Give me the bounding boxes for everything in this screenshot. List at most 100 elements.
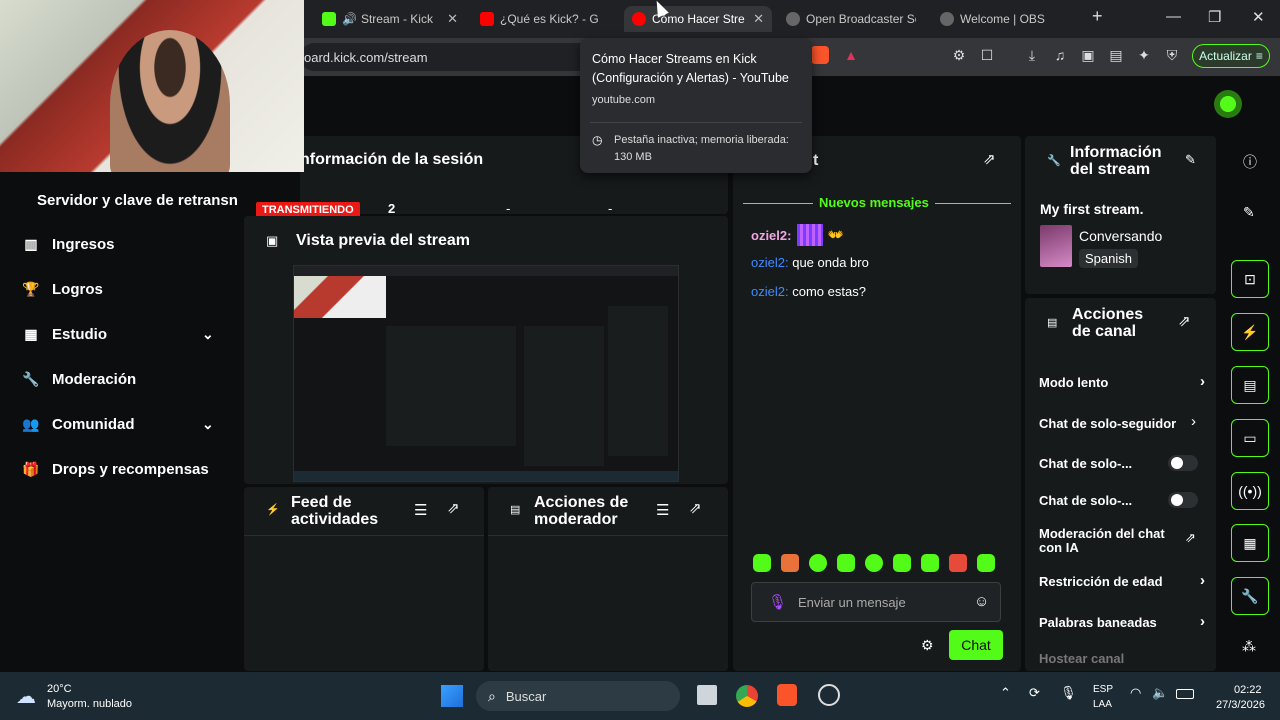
chevron-right-icon[interactable]: ›	[1187, 413, 1196, 430]
channel-action-ai-moderation[interactable]: Moderación del chat con IA	[1039, 527, 1179, 555]
gear-icon[interactable]: ⚙	[921, 637, 934, 654]
new-tab-button[interactable]: +	[1092, 6, 1103, 27]
language-indicator-sub[interactable]: LAA	[1093, 699, 1112, 719]
popout-icon[interactable]: ⇗	[1178, 312, 1191, 330]
stream-preview-video[interactable]	[293, 265, 679, 482]
windows-start-icon[interactable]	[441, 685, 463, 707]
category-name[interactable]: Conversando	[1079, 228, 1162, 244]
wallet-icon[interactable]: ▤	[1107, 46, 1125, 64]
chat-input[interactable]: 🎙 Enviar un mensaje ☺	[751, 582, 1001, 622]
leo-ai-icon[interactable]: ✦	[1135, 46, 1153, 64]
emote-icon[interactable]	[921, 554, 939, 572]
send-chat-button[interactable]: Chat	[949, 630, 1003, 660]
popout-icon[interactable]: ⇗	[447, 499, 460, 517]
close-icon[interactable]: ✕	[441, 11, 458, 27]
language-tag: Spanish	[1079, 249, 1138, 268]
microphone-icon[interactable]: 🎙	[768, 593, 787, 611]
minimize-button[interactable]: —	[1166, 8, 1181, 25]
close-window-button[interactable]: ✕	[1252, 8, 1265, 26]
chat-username[interactable]: oziel2	[751, 284, 785, 299]
update-button[interactable]: Actualizar ≡	[1192, 44, 1270, 68]
tab-kick-stream[interactable]: 🔊 Stream - Kick ✕	[314, 6, 466, 32]
sync-icon[interactable]: ⟳	[1029, 685, 1040, 705]
sidebar-item-comunidad[interactable]: 👥 Comunidad ⌄	[22, 410, 222, 438]
channel-actions-panel: ▤ Acciones de canal ⇗ Modo lento › Chat …	[1025, 298, 1216, 671]
emote-icon[interactable]	[753, 554, 771, 572]
rail-wrench-button[interactable]: 🔧	[1231, 577, 1269, 615]
tab-obs-open-broadcaster[interactable]: Open Broadcaster Sof	[778, 6, 924, 32]
chevron-up-icon[interactable]: ⌃	[1000, 685, 1011, 705]
popout-icon[interactable]: ⇗	[983, 150, 996, 168]
emote-icon[interactable]	[837, 554, 855, 572]
sidebar-item-moderacion[interactable]: 🔧 Moderación	[22, 365, 136, 393]
tab-como-hacer-streams[interactable]: Cómo Hacer Stre ✕	[624, 6, 772, 32]
info-icon[interactable]: ⓘ	[1243, 152, 1257, 172]
rail-bolt-button[interactable]: ⚡	[1231, 313, 1269, 351]
battery-icon[interactable]	[1176, 689, 1194, 699]
emote-icon[interactable]	[893, 554, 911, 572]
filter-icon[interactable]: ☰	[414, 501, 427, 519]
media-icon[interactable]: ♫	[1051, 46, 1069, 64]
speaker-icon: 🔊	[342, 12, 357, 26]
edit-pencil-icon[interactable]: ✎	[1243, 204, 1255, 221]
channel-action-banned-words[interactable]: Palabras baneadas ›	[1039, 613, 1209, 630]
stream-key-nav-item[interactable]: Servidor y clave de retransn	[37, 192, 242, 209]
obs-icon[interactable]	[818, 684, 840, 706]
clock-date[interactable]: 27/3/2026	[1216, 699, 1265, 719]
popout-icon[interactable]: ⇗	[689, 499, 702, 517]
emote-icon[interactable]	[949, 554, 967, 572]
title-line: Feed de	[291, 494, 352, 511]
chat-username[interactable]: oziel2	[751, 228, 787, 243]
sidebar-icon[interactable]: ▣	[1079, 46, 1097, 64]
taskbar-search[interactable]: ⌕ Buscar	[476, 681, 680, 711]
stat-subs: -	[608, 201, 613, 216]
filter-icon[interactable]: ☰	[656, 501, 669, 519]
volume-icon[interactable]: 🔈	[1152, 685, 1168, 705]
emote-icon[interactable]	[781, 554, 799, 572]
reader-icon[interactable]: ☐	[978, 46, 996, 64]
brave-icon[interactable]	[777, 684, 797, 706]
rail-broadcast-button[interactable]: ((•))	[1231, 472, 1269, 510]
menu-icon: ≡	[1255, 49, 1263, 63]
edit-pencil-icon[interactable]: ✎	[1185, 152, 1196, 168]
maximize-button[interactable]: ❐	[1208, 8, 1221, 26]
vpn-icon[interactable]: ⛨	[1163, 46, 1181, 64]
channel-action-slow-mode[interactable]: Modo lento ›	[1039, 373, 1209, 390]
weather-desc[interactable]: Mayorm. nublado	[47, 698, 132, 718]
user-avatar[interactable]	[1214, 90, 1242, 118]
chat-message: oziel2: como estas?	[751, 284, 866, 299]
wifi-icon[interactable]: ◠	[1130, 685, 1141, 705]
sidebar-item-logros[interactable]: 🏆 Logros	[22, 275, 103, 303]
tab-que-es-kick[interactable]: ¿Qué es Kick? - G	[472, 6, 618, 32]
chat-username[interactable]: oziel2	[751, 255, 785, 270]
sidebar-item-estudio[interactable]: ▦ Estudio ⌄	[22, 320, 222, 348]
brave-rewards-icon[interactable]: ▲	[842, 46, 860, 64]
file-explorer-icon[interactable]	[697, 685, 717, 705]
channel-action-host[interactable]: Hostear canal	[1039, 651, 1124, 666]
new-messages-label: Nuevos mensajes	[813, 195, 935, 210]
tab-welcome-obs[interactable]: Welcome | OBS	[932, 6, 1078, 32]
emote-icon[interactable]	[809, 554, 827, 572]
brave-shield-icon[interactable]	[811, 46, 829, 64]
download-icon[interactable]: ⤓	[1023, 46, 1041, 64]
channel-action-age-restriction[interactable]: Restricción de edad ›	[1039, 572, 1209, 589]
apps-icon[interactable]: ⁂	[1242, 638, 1256, 655]
emote-only-toggle[interactable]	[1168, 492, 1198, 508]
extensions-icon[interactable]: ⚙	[950, 46, 968, 64]
rail-camera-button[interactable]: ⊡	[1231, 260, 1269, 298]
chrome-icon[interactable]	[736, 685, 758, 707]
microphone-icon[interactable]: 🎙	[1060, 685, 1077, 705]
rail-notes-button[interactable]: ▤	[1231, 366, 1269, 404]
emoji-icon[interactable]: ☺	[974, 593, 989, 610]
preview-tabbar	[294, 266, 678, 276]
rail-layout-button[interactable]: ▦	[1231, 524, 1269, 562]
subs-only-toggle[interactable]	[1168, 455, 1198, 471]
emote-icon[interactable]	[977, 554, 995, 572]
sidebar-item-drops[interactable]: 🎁 Drops y recompensas	[22, 455, 208, 483]
channel-action-followers-only[interactable]: Chat de solo-seguidor	[1039, 416, 1209, 431]
external-link-icon[interactable]: ⇗	[1185, 530, 1196, 546]
sidebar-item-ingresos[interactable]: ▥ Ingresos	[22, 230, 114, 258]
rail-chat-button[interactable]: ▭	[1231, 419, 1269, 457]
emote-icon[interactable]	[865, 554, 883, 572]
close-icon[interactable]: ✕	[747, 11, 764, 27]
